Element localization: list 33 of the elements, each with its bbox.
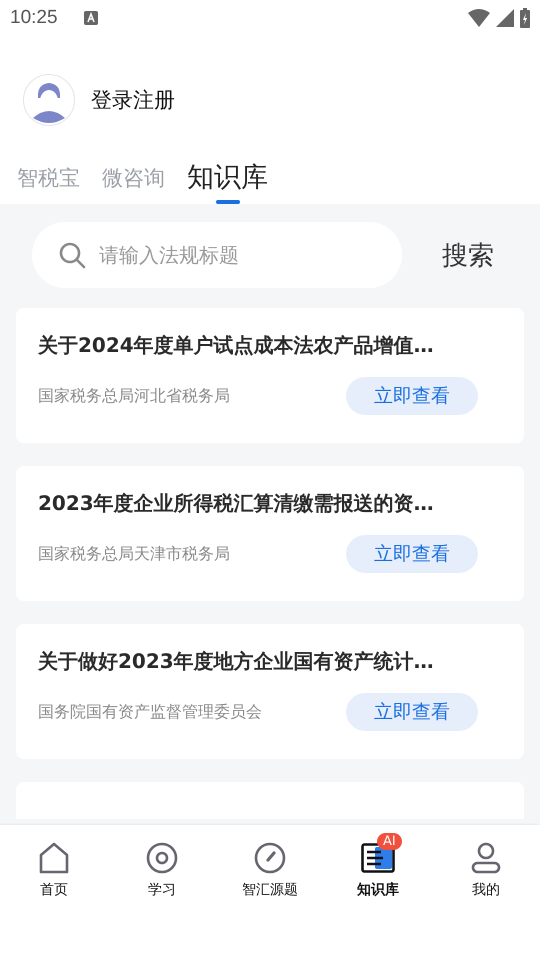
article-title: 关于2024年度单户试点成本法农产品增值… [38,332,435,359]
wifi-icon [468,9,490,27]
view-button[interactable]: 立即查看 [346,693,478,731]
person-icon [471,842,501,874]
search-button[interactable]: 搜索 [442,238,494,272]
ai-badge: AI [377,833,402,850]
keyboard-icon [84,11,98,25]
gauge-icon [254,842,286,874]
article-card[interactable]: 2023年度企业所得税汇算清缴需报送的资… 国家税务总局天津市税务局 立即查看 [16,466,524,601]
status-time: 10:25 [10,7,58,29]
nav-item[interactable]: 我的 [441,831,531,903]
article-source: 国务院国有资产监督管理委员会 [38,702,262,722]
nav-item[interactable]: AI 知识库 [333,831,423,903]
avatar-icon[interactable] [23,74,75,126]
article-title: 2023年度企业所得税汇算清缴需报送的资… [38,490,435,517]
battery-icon [520,8,530,28]
article-card[interactable]: 关于做好2023年度地方企业国有资产统计… 国务院国有资产监督管理委员会 立即查看 [16,624,524,759]
view-button[interactable]: 立即查看 [346,377,478,415]
view-button[interactable]: 立即查看 [346,535,478,573]
article-card[interactable]: 关于2024年度单户试点成本法农产品增值… 国家税务总局河北省税务局 立即查看 [16,308,524,443]
article-source: 国家税务总局河北省税务局 [38,386,230,406]
nav-item[interactable]: 智汇源题 [225,831,315,903]
nav-item[interactable]: 学习 [117,831,207,903]
login-link[interactable]: 登录注册 [91,86,175,114]
target-icon [146,842,178,874]
search-icon [58,241,86,269]
article-title: 关于做好2023年度地方企业国有资产统计… [38,648,435,675]
article-source: 国家税务总局天津市税务局 [38,544,230,564]
signal-icon [496,9,514,27]
nav-item[interactable]: 首页 [9,831,99,903]
home-icon [38,842,70,874]
book-icon [361,843,395,873]
search-field[interactable]: 请输入法规标题 [32,222,402,288]
